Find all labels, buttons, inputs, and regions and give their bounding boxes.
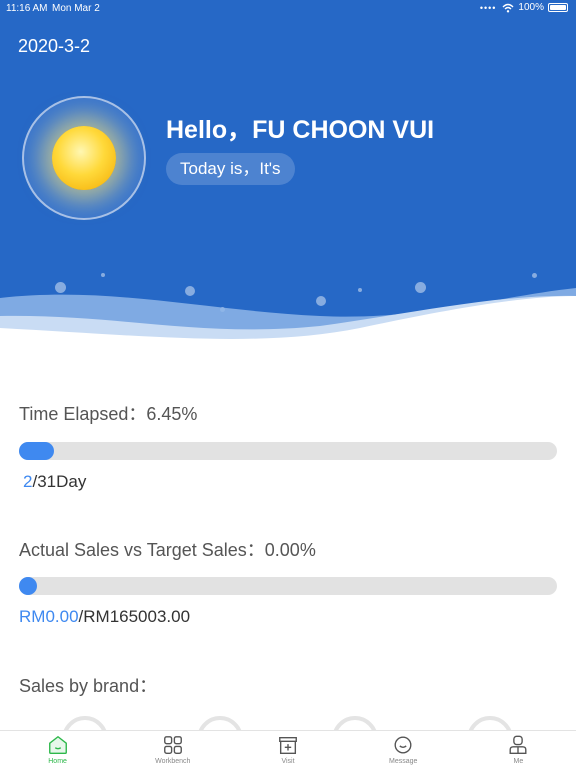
tab-home[interactable]: Home	[0, 731, 115, 768]
time-elapsed-label: Time Elapsed：6.45%	[19, 404, 198, 424]
status-right: •••• 100%	[480, 2, 568, 13]
wifi-icon	[502, 3, 514, 12]
sales-by-brand-title: Sales by brand：	[19, 676, 158, 696]
hero-header: 2020-3-2 Hello，FU CHOON VUI Today is，It'…	[0, 16, 576, 346]
user-icon	[509, 735, 527, 754]
battery-percent: 100%	[518, 2, 544, 13]
today-pill: Today is，It's	[166, 153, 295, 185]
tab-label: Me	[513, 758, 524, 765]
tab-message[interactable]: Message	[346, 731, 461, 768]
store-icon	[279, 736, 297, 754]
sun-icon	[52, 126, 116, 190]
greeting-title: Hello，FU CHOON VUI	[166, 116, 435, 144]
bottom-tab-bar: Home Workbench Visit Message Me	[0, 730, 576, 768]
sales-progress	[19, 577, 557, 595]
tab-label: Message	[389, 758, 418, 765]
time-elapsed-fill	[19, 442, 54, 460]
tab-label: Home	[48, 758, 67, 765]
tab-visit[interactable]: Visit	[230, 731, 345, 768]
day-counter: 2/31Day	[23, 472, 86, 492]
tab-me[interactable]: Me	[461, 731, 576, 768]
status-bar: 11:16 AM Mon Mar 2 •••• 100%	[0, 0, 576, 16]
signal-dots-icon: ••••	[479, 2, 497, 13]
target-sales: /RM165003.00	[78, 607, 191, 626]
home-icon	[48, 736, 67, 754]
tab-label: Workbench	[155, 758, 191, 765]
time-elapsed-progress	[19, 442, 557, 460]
tab-workbench[interactable]: Workbench	[115, 731, 230, 768]
sales-progress-fill	[19, 577, 37, 595]
wave-decoration	[0, 288, 576, 346]
grid-icon	[163, 736, 182, 754]
status-time: 11:16 AM	[6, 3, 48, 14]
tab-label: Visit	[281, 758, 295, 765]
sales-amount: RM0.00/RM165003.00	[19, 607, 190, 627]
total-days: /31Day	[32, 472, 87, 491]
sales-vs-target-label: Actual Sales vs Target Sales：0.00%	[19, 540, 316, 560]
battery-icon	[548, 3, 568, 12]
message-icon	[394, 736, 412, 754]
weather-badge	[22, 96, 146, 220]
actual-sales: RM0.00	[19, 607, 79, 626]
status-date: Mon Mar 2	[52, 3, 100, 14]
current-date: 2020-3-2	[18, 36, 91, 56]
